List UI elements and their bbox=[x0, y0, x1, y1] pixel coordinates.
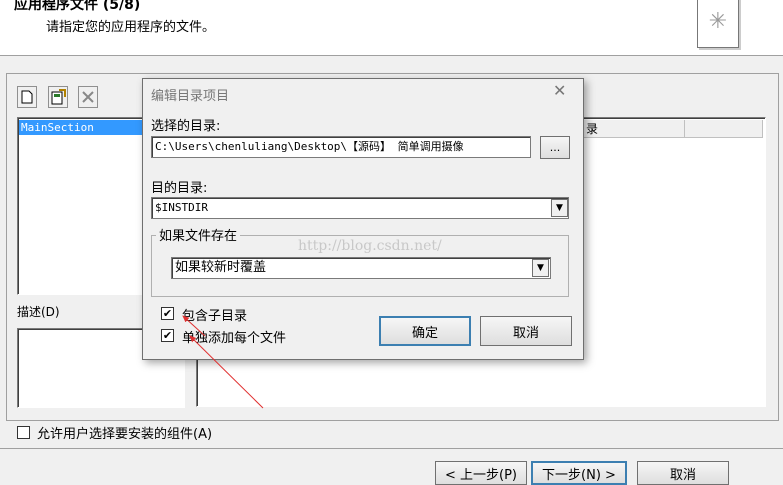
annotation-arrows bbox=[182, 315, 264, 409]
